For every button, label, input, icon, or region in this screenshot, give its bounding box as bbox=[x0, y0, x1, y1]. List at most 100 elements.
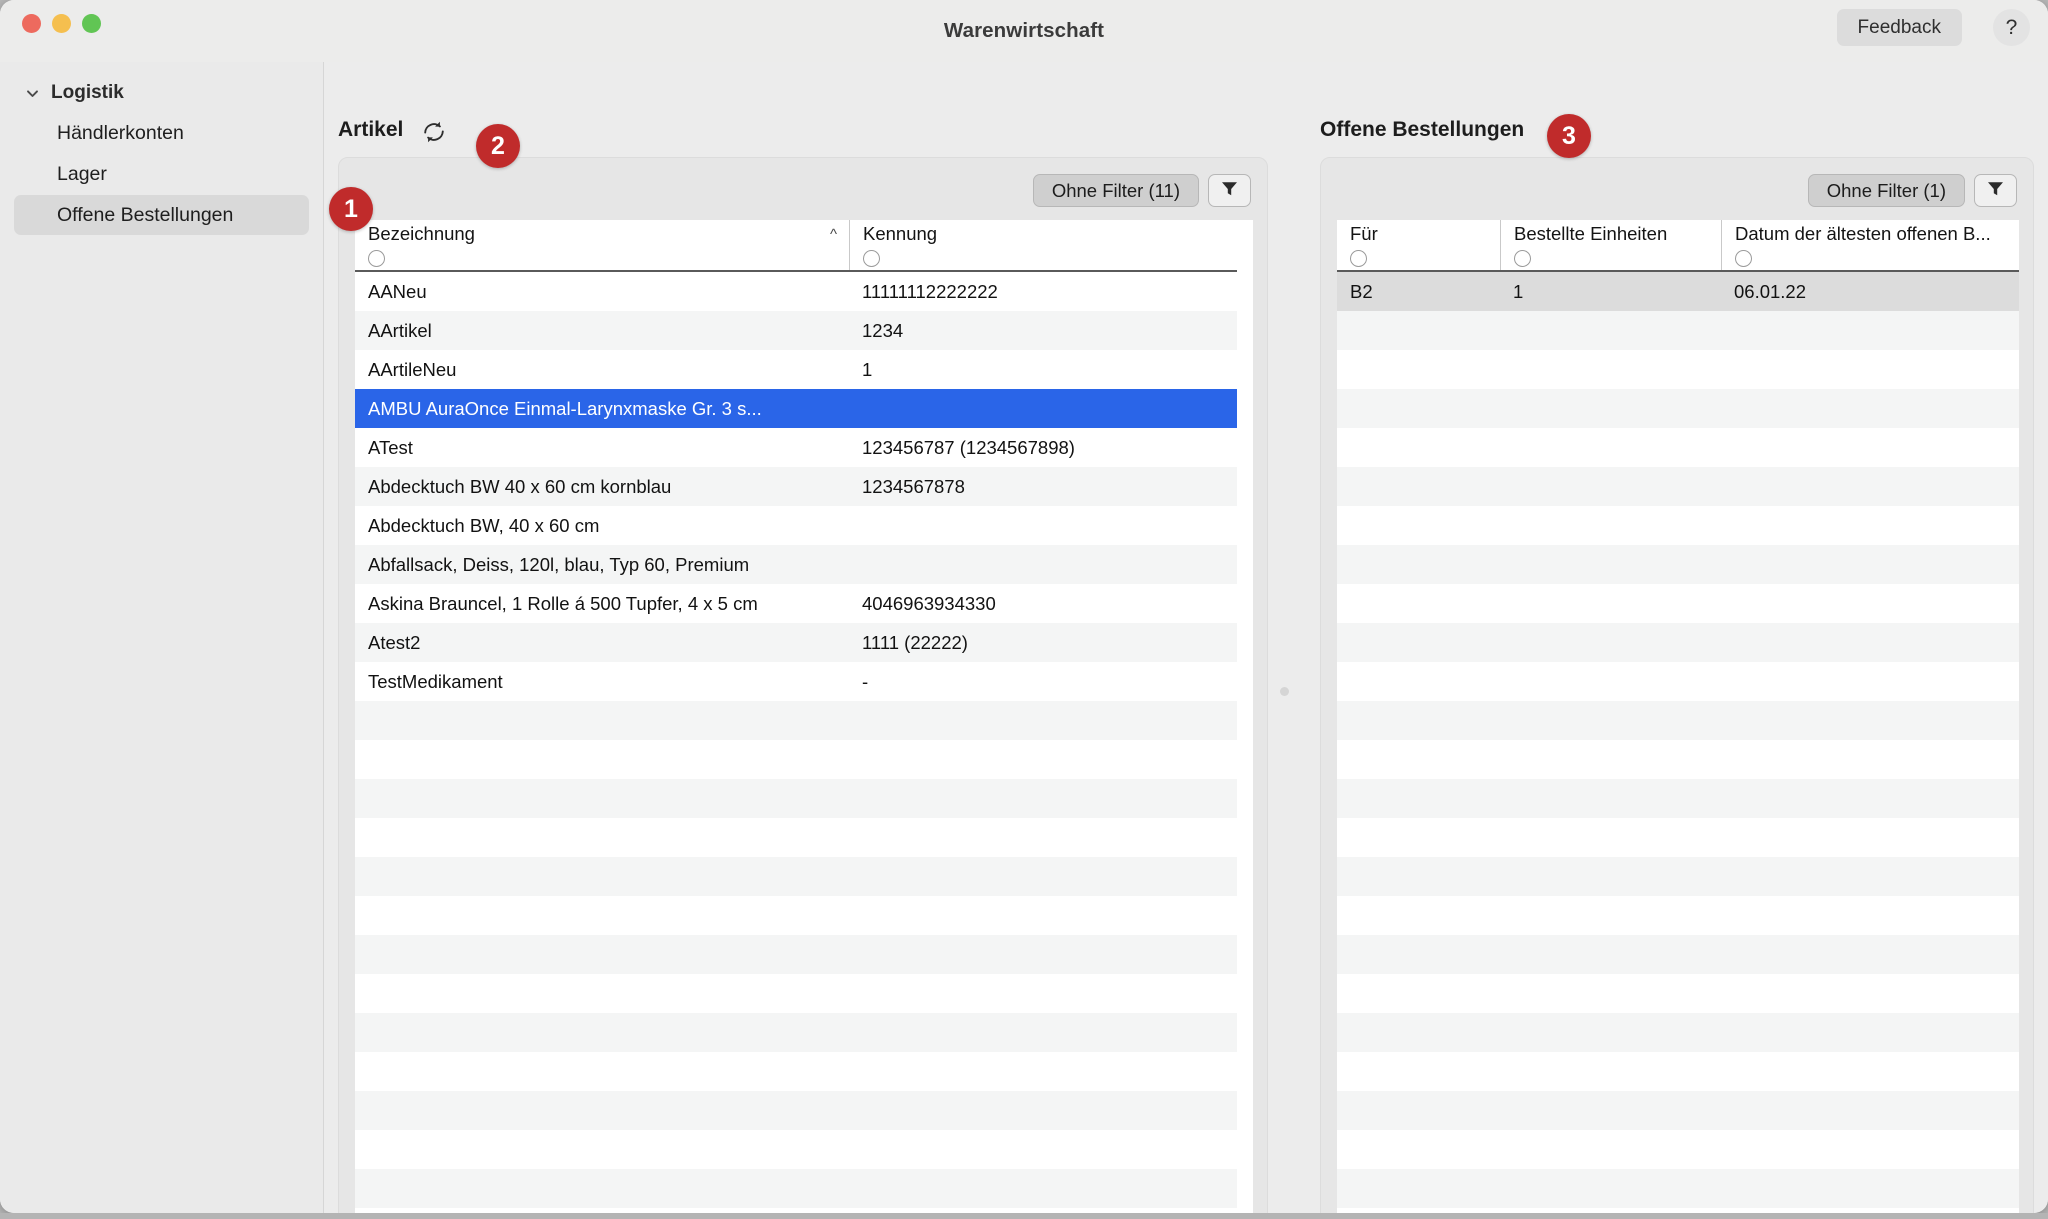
cell-kennung: 11111112222222 bbox=[862, 280, 998, 302]
table-row-empty[interactable] bbox=[1337, 779, 2019, 818]
cell-bezeichnung: Atest2 bbox=[368, 631, 421, 653]
table-row[interactable]: AArtikel 1234 bbox=[355, 311, 1253, 350]
table-row-empty[interactable] bbox=[1337, 818, 2019, 857]
column-filter-kennung[interactable] bbox=[863, 250, 880, 267]
artikel-table-body[interactable]: AANeu 11111112222222 AArtikel 1234 AArtileNe… bbox=[355, 272, 1253, 1213]
column-header-bestellte-einheiten[interactable]: Bestellte Einheiten bbox=[1500, 220, 1721, 270]
table-row-empty[interactable] bbox=[1337, 662, 2019, 701]
sidebar-item-lager[interactable]: Lager bbox=[14, 154, 309, 194]
badge-1: 1 bbox=[329, 187, 373, 231]
bestellungen-filter-row: Ohne Filter (1) bbox=[1807, 174, 2017, 207]
table-row-empty[interactable] bbox=[1337, 1091, 2019, 1130]
bestellungen-table-body[interactable]: B2 1 06.01.22 bbox=[1337, 272, 2019, 1208]
column-filter-bestellte-einheiten[interactable] bbox=[1514, 250, 1531, 267]
table-row[interactable]: AANeu 11111112222222 bbox=[355, 272, 1253, 311]
sort-asc-icon: ^ bbox=[829, 225, 837, 243]
cell-bezeichnung: AANeu bbox=[368, 280, 427, 302]
table-row-empty[interactable] bbox=[1337, 350, 2019, 389]
column-header-kennung[interactable]: Kennung bbox=[849, 220, 1237, 270]
table-row-empty[interactable] bbox=[1337, 935, 2019, 974]
table-row-empty[interactable] bbox=[355, 1013, 1253, 1052]
title-bar: Warenwirtschaft Feedback ? bbox=[0, 0, 2048, 62]
cell-fuer: B2 bbox=[1350, 280, 1373, 302]
artikel-vertical-scrollbar[interactable] bbox=[1237, 220, 1253, 1213]
table-row[interactable]: Abdecktuch BW, 40 x 60 cm bbox=[355, 506, 1253, 545]
table-row[interactable]: Atest2 1111 (22222) bbox=[355, 623, 1253, 662]
column-header-bezeichnung[interactable]: Bezeichnung ^ bbox=[355, 220, 849, 270]
cell-kennung: 1234 bbox=[862, 319, 904, 341]
refresh-icon[interactable] bbox=[420, 118, 448, 146]
sidebar-item-haendlerkonten[interactable]: Händlerkonten bbox=[14, 113, 309, 153]
artikel-card: Ohne Filter (11) Bezeichnung ^ Kennung A… bbox=[338, 157, 1268, 1213]
table-row[interactable]: TestMedikament - bbox=[355, 662, 1253, 701]
artikel-funnel-button[interactable] bbox=[1208, 174, 1251, 207]
table-row-empty[interactable] bbox=[355, 1052, 1253, 1091]
table-row[interactable]: AArtileNeu 1 bbox=[355, 350, 1253, 389]
table-row-empty[interactable] bbox=[355, 935, 1253, 974]
cell-bezeichnung: Abfallsack, Deiss, 120l, blau, Typ 60, P… bbox=[368, 553, 750, 575]
sidebar-item-label: Offene Bestellungen bbox=[57, 203, 234, 226]
table-row-empty[interactable] bbox=[1337, 740, 2019, 779]
window-bottom-edge bbox=[0, 1213, 2048, 1219]
cell-kennung: 123456787 (1234567898) bbox=[862, 436, 1075, 458]
bestellungen-filter-button[interactable]: Ohne Filter (1) bbox=[1807, 174, 1965, 207]
artikel-filter-button[interactable]: Ohne Filter (11) bbox=[1032, 174, 1199, 207]
table-row[interactable]: Abdecktuch BW 40 x 60 cm kornblau 1234567… bbox=[355, 467, 1253, 506]
table-row[interactable]: ATest 123456787 (1234567898) bbox=[355, 428, 1253, 467]
table-row-empty[interactable] bbox=[355, 896, 1253, 935]
table-row-empty[interactable] bbox=[355, 779, 1253, 818]
table-row-empty[interactable] bbox=[355, 1169, 1253, 1208]
table-row-empty[interactable] bbox=[1337, 389, 2019, 428]
table-row-empty[interactable] bbox=[355, 1130, 1253, 1169]
table-row-empty[interactable] bbox=[1337, 1169, 2019, 1208]
cell-bezeichnung: AArtileNeu bbox=[368, 358, 457, 380]
feedback-button[interactable]: Feedback bbox=[1836, 9, 1962, 46]
table-row-empty[interactable] bbox=[1337, 1052, 2019, 1091]
table-row-empty[interactable] bbox=[1337, 896, 2019, 935]
bestellungen-table[interactable]: Für Bestellte Einheiten Datum der ältest… bbox=[1337, 220, 2019, 1213]
help-button[interactable]: ? bbox=[1993, 9, 2030, 46]
table-row-empty[interactable] bbox=[1337, 623, 2019, 662]
table-row-empty[interactable] bbox=[355, 857, 1253, 896]
table-row-empty[interactable] bbox=[1337, 506, 2019, 545]
column-filter-datum[interactable] bbox=[1735, 250, 1752, 267]
column-label: Datum der ältesten offenen B... bbox=[1735, 223, 1991, 244]
funnel-icon bbox=[1219, 178, 1240, 204]
table-row-empty[interactable] bbox=[1337, 1013, 2019, 1052]
table-row-empty[interactable] bbox=[1337, 1130, 2019, 1169]
table-row-empty[interactable] bbox=[1337, 701, 2019, 740]
table-row-empty[interactable] bbox=[355, 818, 1253, 857]
table-row-empty[interactable] bbox=[355, 740, 1253, 779]
cell-kennung: 4046963934330 bbox=[862, 592, 996, 614]
table-row-empty[interactable] bbox=[355, 1091, 1253, 1130]
column-header-fuer[interactable]: Für bbox=[1337, 220, 1500, 270]
table-row-empty[interactable] bbox=[1337, 857, 2019, 896]
table-row-empty[interactable] bbox=[1337, 428, 2019, 467]
column-filter-fuer[interactable] bbox=[1350, 250, 1367, 267]
table-row-empty[interactable] bbox=[1337, 974, 2019, 1013]
cell-bezeichnung: TestMedikament bbox=[368, 670, 503, 692]
column-header-datum[interactable]: Datum der ältesten offenen B... bbox=[1721, 220, 2019, 270]
column-label: Kennung bbox=[863, 223, 938, 244]
column-filter-bezeichnung[interactable] bbox=[368, 250, 385, 267]
panel-splitter[interactable] bbox=[1275, 157, 1294, 1213]
table-row[interactable]: Askina Brauncel, 1 Rolle á 500 Tupfer, 4… bbox=[355, 584, 1253, 623]
column-label: Für bbox=[1350, 223, 1378, 244]
table-row[interactable]: B2 1 06.01.22 bbox=[1337, 272, 2019, 311]
offene-bestellungen-panel-title: Offene Bestellungen bbox=[1320, 118, 1525, 141]
table-row[interactable]: AMBU AuraOnce Einmal-Larynxmaske Gr. 3 s… bbox=[355, 389, 1253, 428]
splitter-handle[interactable] bbox=[1280, 687, 1289, 696]
table-row-empty[interactable] bbox=[1337, 311, 2019, 350]
table-row-empty[interactable] bbox=[1337, 584, 2019, 623]
table-row-empty[interactable] bbox=[1337, 545, 2019, 584]
artikel-table[interactable]: Bezeichnung ^ Kennung AANeu 1111111222222… bbox=[355, 220, 1253, 1213]
bestellungen-funnel-button[interactable] bbox=[1974, 174, 2017, 207]
sidebar-item-offene-bestellungen[interactable]: Offene Bestellungen bbox=[14, 195, 309, 235]
sidebar-group-logistik[interactable]: Logistik bbox=[0, 74, 323, 112]
table-row[interactable]: Abfallsack, Deiss, 120l, blau, Typ 60, P… bbox=[355, 545, 1253, 584]
cell-kennung: - bbox=[862, 670, 869, 692]
table-row-empty[interactable] bbox=[1337, 467, 2019, 506]
chevron-down-icon[interactable] bbox=[24, 85, 41, 102]
table-row-empty[interactable] bbox=[355, 974, 1253, 1013]
table-row-empty[interactable] bbox=[355, 701, 1253, 740]
